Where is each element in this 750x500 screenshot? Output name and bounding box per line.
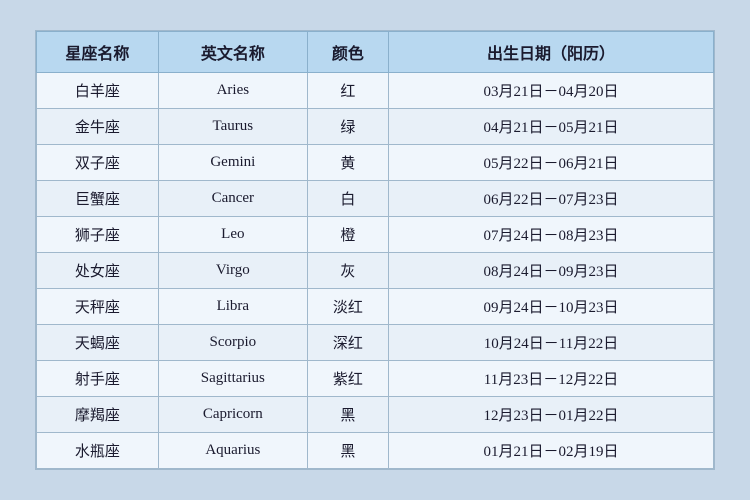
cell-color: 黑 xyxy=(307,433,388,469)
cell-date: 10月24日－11月22日 xyxy=(389,325,714,361)
cell-english: Virgo xyxy=(158,253,307,289)
cell-date: 11月23日－12月22日 xyxy=(389,361,714,397)
table-row: 狮子座Leo橙07月24日－08月23日 xyxy=(37,217,714,253)
table-row: 双子座Gemini黄05月22日－06月21日 xyxy=(37,145,714,181)
cell-english: Aries xyxy=(158,73,307,109)
table-row: 摩羯座Capricorn黑12月23日－01月22日 xyxy=(37,397,714,433)
table-body: 白羊座Aries红03月21日－04月20日金牛座Taurus绿04月21日－0… xyxy=(37,73,714,469)
cell-chinese: 巨蟹座 xyxy=(37,181,159,217)
cell-english: Scorpio xyxy=(158,325,307,361)
cell-color: 紫红 xyxy=(307,361,388,397)
table-header-row: 星座名称 英文名称 颜色 出生日期（阳历） xyxy=(37,32,714,73)
cell-english: Libra xyxy=(158,289,307,325)
cell-english: Gemini xyxy=(158,145,307,181)
header-english: 英文名称 xyxy=(158,32,307,73)
cell-chinese: 水瓶座 xyxy=(37,433,159,469)
cell-english: Leo xyxy=(158,217,307,253)
cell-color: 淡红 xyxy=(307,289,388,325)
cell-color: 灰 xyxy=(307,253,388,289)
cell-chinese: 天蝎座 xyxy=(37,325,159,361)
cell-date: 01月21日－02月19日 xyxy=(389,433,714,469)
zodiac-table-container: 星座名称 英文名称 颜色 出生日期（阳历） 白羊座Aries红03月21日－04… xyxy=(35,30,715,470)
header-chinese: 星座名称 xyxy=(37,32,159,73)
cell-date: 08月24日－09月23日 xyxy=(389,253,714,289)
cell-date: 03月21日－04月20日 xyxy=(389,73,714,109)
cell-english: Taurus xyxy=(158,109,307,145)
cell-chinese: 狮子座 xyxy=(37,217,159,253)
cell-date: 04月21日－05月21日 xyxy=(389,109,714,145)
cell-chinese: 射手座 xyxy=(37,361,159,397)
cell-date: 09月24日－10月23日 xyxy=(389,289,714,325)
cell-english: Cancer xyxy=(158,181,307,217)
cell-chinese: 摩羯座 xyxy=(37,397,159,433)
cell-chinese: 天秤座 xyxy=(37,289,159,325)
cell-chinese: 白羊座 xyxy=(37,73,159,109)
cell-chinese: 处女座 xyxy=(37,253,159,289)
table-row: 射手座Sagittarius紫红11月23日－12月22日 xyxy=(37,361,714,397)
cell-chinese: 金牛座 xyxy=(37,109,159,145)
table-row: 金牛座Taurus绿04月21日－05月21日 xyxy=(37,109,714,145)
cell-english: Aquarius xyxy=(158,433,307,469)
table-row: 巨蟹座Cancer白06月22日－07月23日 xyxy=(37,181,714,217)
cell-date: 06月22日－07月23日 xyxy=(389,181,714,217)
cell-color: 白 xyxy=(307,181,388,217)
cell-color: 绿 xyxy=(307,109,388,145)
header-date: 出生日期（阳历） xyxy=(389,32,714,73)
cell-color: 橙 xyxy=(307,217,388,253)
zodiac-table: 星座名称 英文名称 颜色 出生日期（阳历） 白羊座Aries红03月21日－04… xyxy=(36,31,714,469)
table-row: 白羊座Aries红03月21日－04月20日 xyxy=(37,73,714,109)
table-row: 天蝎座Scorpio深红10月24日－11月22日 xyxy=(37,325,714,361)
cell-chinese: 双子座 xyxy=(37,145,159,181)
cell-date: 12月23日－01月22日 xyxy=(389,397,714,433)
header-color: 颜色 xyxy=(307,32,388,73)
cell-date: 05月22日－06月21日 xyxy=(389,145,714,181)
table-row: 处女座Virgo灰08月24日－09月23日 xyxy=(37,253,714,289)
table-row: 水瓶座Aquarius黑01月21日－02月19日 xyxy=(37,433,714,469)
cell-color: 黄 xyxy=(307,145,388,181)
cell-color: 深红 xyxy=(307,325,388,361)
cell-english: Sagittarius xyxy=(158,361,307,397)
cell-color: 黑 xyxy=(307,397,388,433)
cell-date: 07月24日－08月23日 xyxy=(389,217,714,253)
cell-english: Capricorn xyxy=(158,397,307,433)
table-row: 天秤座Libra淡红09月24日－10月23日 xyxy=(37,289,714,325)
cell-color: 红 xyxy=(307,73,388,109)
